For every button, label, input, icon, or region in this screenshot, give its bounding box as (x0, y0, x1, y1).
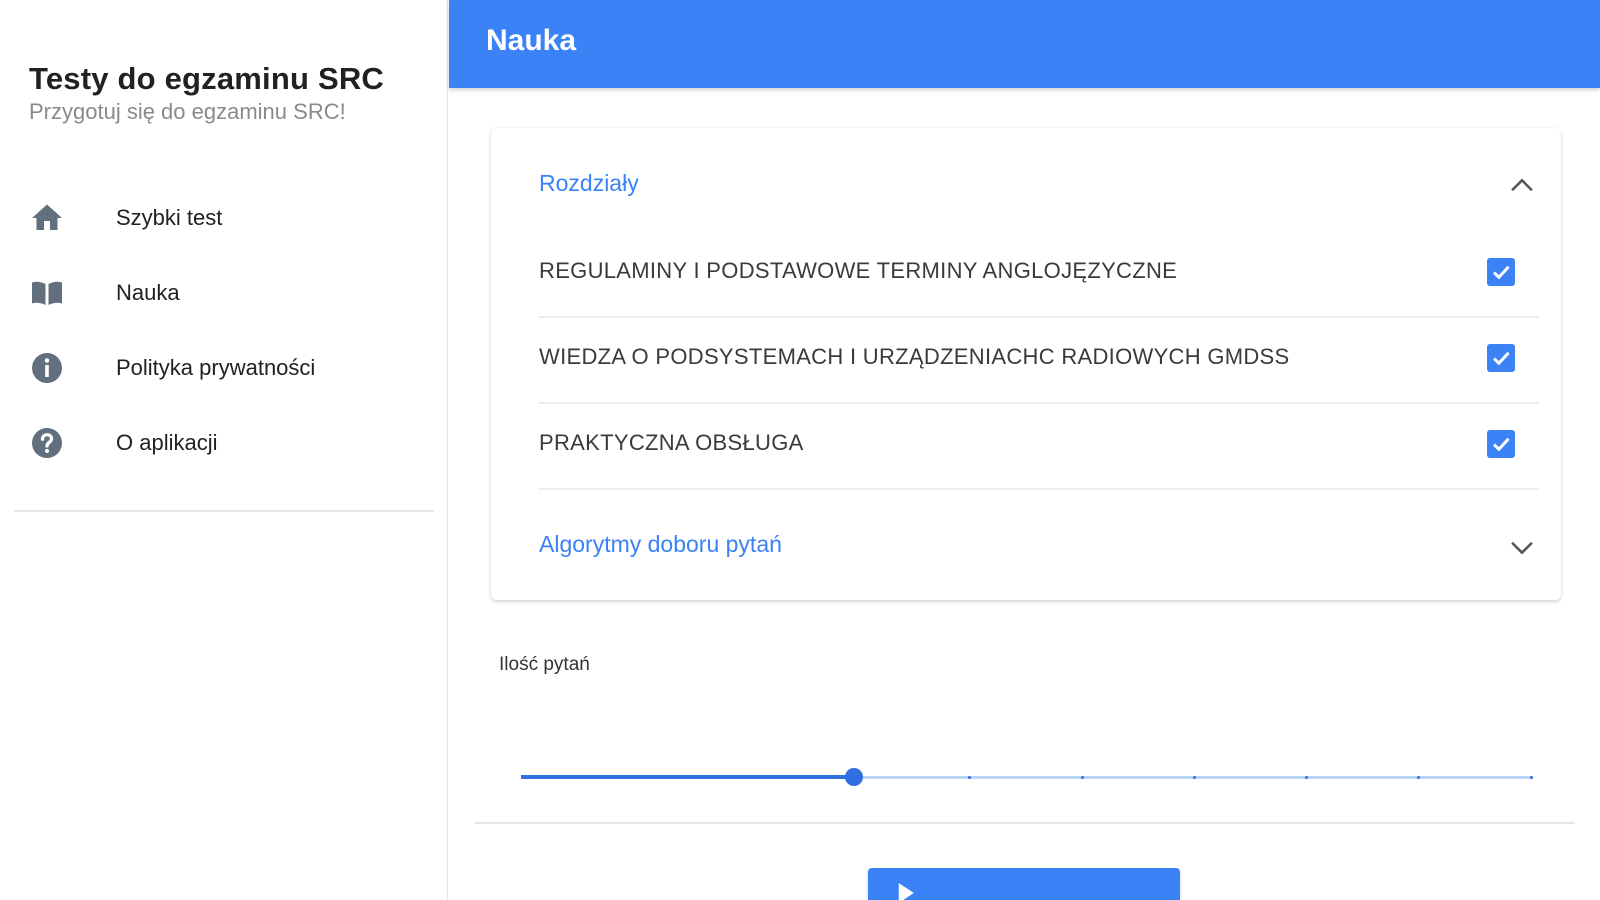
chevron-down-icon[interactable] (1505, 530, 1539, 564)
slider-tick (1192, 776, 1196, 779)
main-content: Nauka Rozdziały REGULAMINY I PODSTAWOWE … (449, 0, 1600, 900)
chapters-section-header[interactable]: Rozdziały (539, 155, 1539, 215)
help-icon (28, 424, 66, 462)
start-learning-button[interactable] (868, 868, 1180, 900)
info-icon (28, 349, 66, 387)
chapter-label: PRAKTYCZNA OBSŁUGA (539, 430, 804, 455)
nav-item-label: O aplikacji (116, 429, 218, 455)
slider-tick (1080, 776, 1084, 779)
nav-item-label: Polityka prywatności (116, 354, 316, 380)
nav-item-about[interactable]: O aplikacji (0, 405, 446, 480)
content-divider (475, 822, 1575, 824)
question-count-slider[interactable] (521, 766, 1533, 790)
algorithms-section-title: Algorytmy doboru pytań (539, 531, 782, 557)
chapter-row[interactable]: REGULAMINY I PODSTAWOWE TERMINY ANGLOJĘZ… (539, 230, 1539, 318)
app-title: Testy do egzaminu SRC (29, 61, 385, 96)
chapter-checkbox[interactable] (1487, 430, 1515, 458)
nav-item-label: Szybki test (116, 204, 223, 230)
check-icon (1492, 351, 1510, 366)
algorithms-section-header[interactable]: Algorytmy doboru pytań (539, 516, 1539, 576)
nav-item-privacy-policy[interactable]: Polityka prywatności (0, 330, 446, 405)
book-icon (28, 274, 66, 312)
chapter-checkbox[interactable] (1487, 258, 1515, 286)
question-count-label: Ilość pytań (499, 654, 590, 675)
home-icon (28, 199, 66, 237)
chevron-up-icon[interactable] (1505, 169, 1539, 203)
check-icon (1492, 437, 1510, 452)
nav-item-label: Nauka (116, 279, 180, 305)
nav-item-quick-test[interactable]: Szybki test (0, 180, 446, 255)
chapter-row[interactable]: WIEDZA O PODSYSTEMACH I URZĄDZENIACHC RA… (539, 316, 1539, 404)
chapter-row[interactable]: PRAKTYCZNA OBSŁUGA (539, 402, 1539, 490)
app-bar: Nauka (449, 0, 1600, 88)
chapter-label: REGULAMINY I PODSTAWOWE TERMINY ANGLOJĘZ… (539, 258, 1178, 283)
drawer-header: Testy do egzaminu SRC Przygotuj się do e… (29, 60, 384, 126)
drawer-divider (14, 510, 434, 512)
drawer-nav: Szybki test Nauka Polityka prywatności O… (0, 180, 446, 480)
chapter-label: WIEDZA O PODSYSTEMACH I URZĄDZENIACHC RA… (539, 344, 1290, 369)
app-subtitle: Przygotuj się do egzaminu SRC! (29, 99, 346, 124)
check-icon (1492, 265, 1510, 280)
navigation-drawer: Testy do egzaminu SRC Przygotuj się do e… (0, 0, 448, 900)
app-window: Testy do egzaminu SRC Przygotuj się do e… (0, 0, 1600, 900)
slider-tick (1529, 776, 1533, 779)
chapters-section-title: Rozdziały (539, 170, 639, 196)
play-icon (890, 878, 920, 900)
chapter-checkbox[interactable] (1487, 344, 1515, 372)
slider-fill (521, 775, 855, 779)
settings-card: Rozdziały REGULAMINY I PODSTAWOWE TERMIN… (491, 128, 1561, 600)
page-title: Nauka (486, 24, 577, 57)
slider-thumb[interactable] (845, 768, 864, 786)
nav-item-learning[interactable]: Nauka (0, 255, 446, 330)
